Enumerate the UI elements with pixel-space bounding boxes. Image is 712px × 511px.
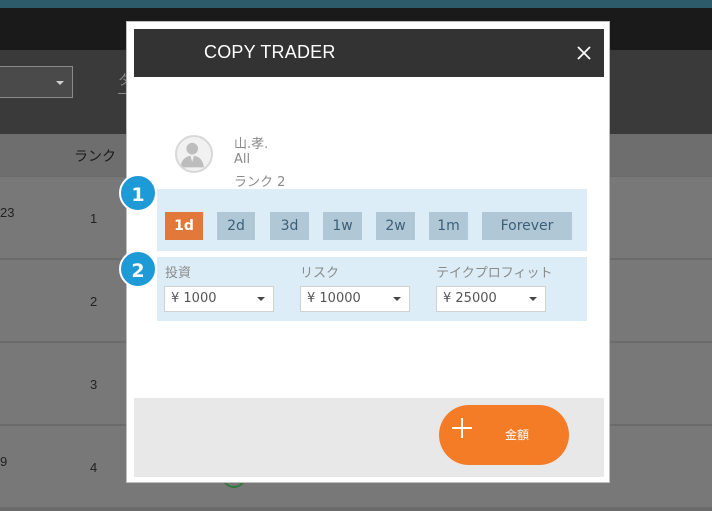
row-rank: 3 — [90, 377, 98, 392]
plus-icon — [452, 418, 472, 438]
chevron-down-icon — [393, 297, 401, 301]
period-2w-button[interactable]: 2w — [376, 212, 415, 240]
chevron-down-icon — [56, 81, 64, 85]
risk-label: リスク — [300, 266, 340, 281]
investment-label: 投資 — [165, 266, 192, 281]
modal-body: COPY TRADER 山.孝. All ランク 2 1d 2d 3d 1w 2 — [134, 29, 604, 477]
trader-rank: ランク 2 — [234, 175, 286, 190]
risk-value: ¥ 10000 — [307, 291, 361, 306]
take-profit-label: テイクプロフィット — [436, 266, 553, 281]
trader-scope: All — [234, 152, 251, 167]
period-1m-button[interactable]: 1m — [429, 212, 468, 240]
user-silhouette-icon — [180, 142, 204, 168]
step-2-badge: 2 — [119, 250, 157, 288]
add-amount-button[interactable]: 金額 — [439, 405, 569, 465]
modal-title: COPY TRADER — [204, 42, 336, 62]
row-rank: 1 — [90, 211, 98, 226]
close-icon — [577, 46, 591, 60]
top-accent-strip — [0, 0, 712, 8]
period-1w-button[interactable]: 1w — [323, 212, 362, 240]
row-rank: 2 — [90, 294, 98, 309]
step-1-badge: 1 — [119, 174, 157, 212]
chevron-down-icon — [257, 297, 265, 301]
row-rank: 4 — [90, 460, 98, 475]
take-profit-value: ¥ 25000 — [443, 291, 497, 306]
period-2d-button[interactable]: 2d — [217, 212, 255, 240]
trader-name: 山.孝. — [234, 137, 269, 152]
close-button[interactable] — [572, 41, 596, 65]
background-filter-select[interactable] — [0, 66, 73, 98]
copy-trader-modal: COPY TRADER 山.孝. All ランク 2 1d 2d 3d 1w 2 — [126, 21, 610, 483]
risk-select[interactable]: ¥ 10000 — [300, 286, 410, 312]
period-forever-button[interactable]: Forever — [482, 212, 572, 240]
take-profit-select[interactable]: ¥ 25000 — [436, 286, 546, 312]
modal-header: COPY TRADER — [134, 29, 604, 77]
rank-column-header: ランク — [74, 149, 116, 165]
amount-button-label: 金額 — [505, 428, 530, 442]
row-lead-value: 9 — [0, 454, 8, 469]
trader-avatar — [175, 135, 213, 173]
chevron-down-icon — [529, 297, 537, 301]
investment-select[interactable]: ¥ 1000 — [164, 286, 274, 312]
period-3d-button[interactable]: 3d — [270, 212, 309, 240]
row-lead-value: 23 — [0, 205, 15, 220]
investment-value: ¥ 1000 — [171, 291, 217, 306]
period-1d-button[interactable]: 1d — [165, 212, 203, 240]
